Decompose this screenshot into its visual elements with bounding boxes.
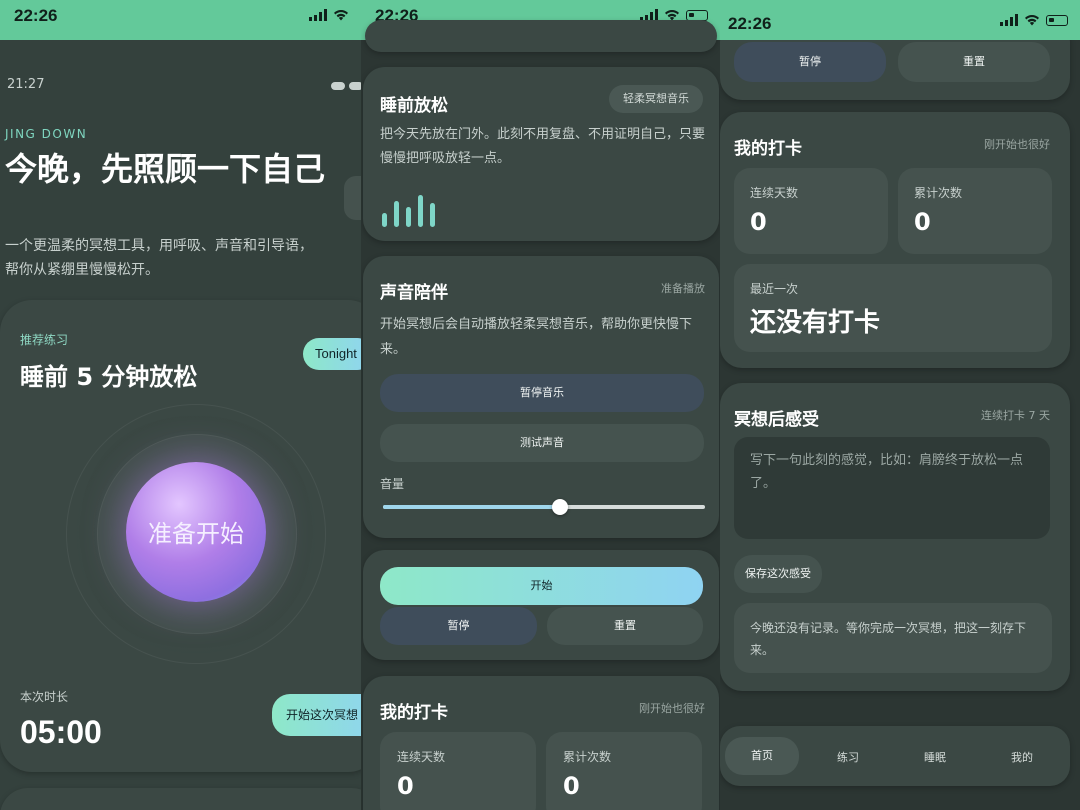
total-tile: 累计次数 0 (546, 732, 702, 810)
status-time: 22:26 (728, 14, 772, 33)
reset-button[interactable]: 重置 (547, 607, 703, 645)
duration-value: 05:00 (20, 714, 102, 750)
total-value: 0 (914, 208, 931, 236)
volume-thumb[interactable] (552, 499, 569, 515)
sound-desc: 开始冥想后会自动播放轻柔冥想音乐，帮助你更快慢下来。 (380, 317, 693, 357)
start-button[interactable]: 开始 (380, 567, 703, 605)
brand-label: JING DOWN (5, 127, 88, 141)
feeling-empty-text: 今晚还没有记录。等你完成一次冥想，把这一刻存下来。 (750, 621, 1027, 657)
practice-title: 睡前 5 分钟放松 (20, 363, 198, 391)
feeling-empty-state: 今晚还没有记录。等你完成一次冥想，把这一刻存下来。 (734, 603, 1052, 673)
status-bar: 22:26 (0, 0, 361, 40)
start-meditation-button[interactable]: 开始这次冥想 (272, 694, 361, 736)
inner-time: 21:27 (7, 77, 45, 92)
practice-label: 推荐练习 (20, 333, 69, 347)
nav-sleep[interactable]: 睡眠 (903, 749, 967, 765)
streak-tile: 连续天数 0 (734, 168, 888, 254)
wifi-icon (1025, 15, 1039, 26)
screen-practice: 22:26 睡前放松 轻柔冥想音乐 把今天先放在门外。此刻不用复盘、不用证明自己… (361, 0, 720, 810)
volume-fill (383, 505, 561, 509)
reset-button[interactable]: 重置 (898, 42, 1050, 82)
status-bar: 22:26 (720, 0, 1080, 40)
feeling-streak: 连续打卡 7 天 (981, 409, 1050, 422)
feeling-title: 冥想后感受 (734, 410, 819, 430)
signal-icon (1000, 14, 1018, 26)
page-subtitle: 一个更温柔的冥想工具，用呼吸、声音和引导语，帮你从紧绷里慢慢松开。 (5, 238, 313, 278)
feeling-input[interactable]: 写下一句此刻的感觉，比如：肩膀终于放松一点了。 (734, 437, 1050, 539)
checkin-title: 我的打卡 (734, 139, 802, 159)
feeling-card: 冥想后感受 连续打卡 7 天 写下一句此刻的感觉，比如：肩膀终于放松一点了。 保… (720, 383, 1070, 691)
streak-tile: 连续天数 0 (380, 732, 536, 810)
total-value: 0 (563, 772, 580, 800)
total-label: 累计次数 (563, 750, 612, 764)
save-feeling-button[interactable]: 保存这次感受 (734, 555, 822, 593)
battery-icon (686, 9, 708, 21)
sound-status: 准备播放 (661, 282, 705, 295)
screen-home: 22:26 21:27 JING DOWN 今晚，先照顾一下自己 一个更温柔的冥… (0, 0, 361, 810)
checkin-card: 我的打卡 刚开始也很好 连续天数 0 累计次数 0 最近一次 还没有打卡 (720, 112, 1070, 368)
streak-label: 连续天数 (397, 750, 446, 764)
sound-wave-icon (382, 195, 435, 227)
sound-card: 声音陪伴 准备播放 开始冥想后会自动播放轻柔冥想音乐，帮助你更快慢下来。 暂停音… (363, 256, 719, 538)
relax-tag: 轻柔冥想音乐 (609, 85, 703, 113)
checkin-title: 我的打卡 (380, 703, 448, 723)
signal-icon (309, 9, 327, 21)
page-title: 今晚，先照顾一下自己 (5, 150, 326, 188)
nav-practice[interactable]: 练习 (816, 749, 880, 765)
practice-card: 推荐练习 睡前 5 分钟放松 Tonight 准备开始 本次时长 05:00 开… (0, 300, 361, 772)
streak-value: 0 (750, 208, 767, 236)
tonight-badge: Tonight (303, 338, 361, 370)
total-label: 累计次数 (914, 186, 963, 200)
prev-card-peek (365, 20, 717, 52)
battery-icon (1046, 14, 1068, 26)
streak-label: 连续天数 (750, 186, 799, 200)
checkin-card: 我的打卡 刚开始也很好 连续天数 0 累计次数 0 (363, 676, 719, 810)
nav-mine[interactable]: 我的 (990, 749, 1054, 765)
start-orb[interactable]: 准备开始 (126, 462, 266, 602)
status-time: 22:26 (14, 6, 58, 25)
sound-title: 声音陪伴 (380, 283, 448, 303)
relax-title: 睡前放松 (380, 96, 448, 116)
relax-card: 睡前放松 轻柔冥想音乐 把今天先放在门外。此刻不用复盘、不用证明自己，只要慢慢把… (363, 67, 719, 241)
streak-value: 0 (397, 772, 414, 800)
pause-music-button[interactable]: 暂停音乐 (380, 374, 704, 412)
checkin-hint: 刚开始也很好 (639, 702, 705, 715)
volume-label: 音量 (380, 477, 405, 491)
side-control[interactable] (344, 176, 361, 220)
test-sound-button[interactable]: 测试声音 (380, 424, 704, 462)
volume-slider[interactable] (383, 499, 705, 515)
checkin-hint: 刚开始也很好 (984, 138, 1050, 151)
next-card-peek (0, 788, 361, 810)
pause-button[interactable]: 暂停 (380, 607, 537, 645)
nav-home[interactable]: 首页 (725, 737, 799, 775)
controls-card: 开始 暂停 重置 (363, 550, 719, 660)
relax-desc: 把今天先放在门外。此刻不用复盘、不用证明自己，只要慢慢把呼吸放轻一点。 (380, 127, 706, 166)
last-checkin-tile: 最近一次 还没有打卡 (734, 264, 1052, 352)
screen-checkin: 暂停 重置 22:26 我的打卡 刚开始也很好 连续天数 0 累计次数 0 最近… (720, 0, 1080, 810)
wifi-icon (334, 10, 348, 21)
bottom-nav: 首页 练习 睡眠 我的 (720, 726, 1070, 786)
feeling-placeholder: 写下一句此刻的感觉，比如：肩膀终于放松一点了。 (750, 453, 1024, 491)
pause-button[interactable]: 暂停 (734, 42, 886, 82)
duration-label: 本次时长 (20, 690, 69, 704)
last-checkin-value: 还没有打卡 (750, 308, 881, 338)
total-tile: 累计次数 0 (898, 168, 1052, 254)
orb-label: 准备开始 (148, 520, 244, 548)
inner-status-dots (331, 82, 361, 90)
last-checkin-label: 最近一次 (750, 282, 799, 296)
